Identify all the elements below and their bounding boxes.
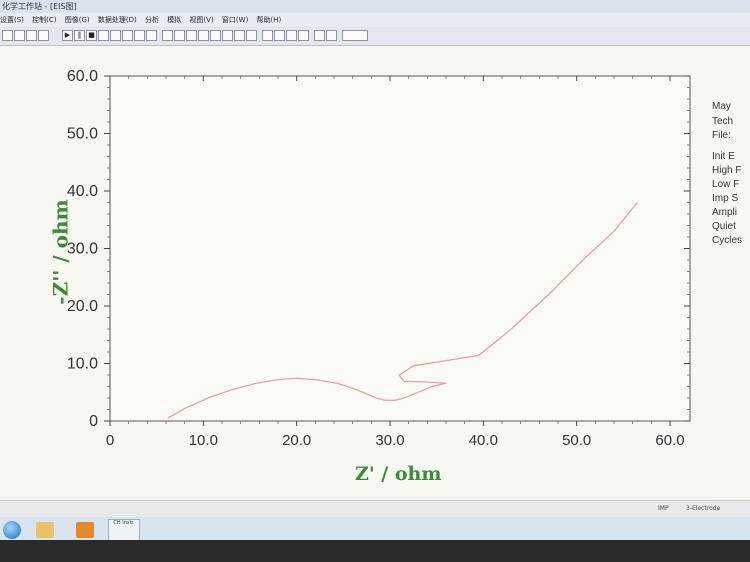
save-icon[interactable] [14,30,25,41]
print-icon[interactable] [26,30,37,41]
window-title: 化学工作站 - [EIS图] [2,2,77,11]
zoom-icon[interactable] [162,30,173,41]
color-icon[interactable] [222,30,233,41]
x-tick-label: 60.0 [655,432,684,449]
open-icon[interactable] [2,30,13,41]
overlay-icon[interactable] [122,30,133,41]
menu-help[interactable]: 帮助(H) [257,16,282,24]
folder-icon[interactable] [36,522,54,538]
toolbar: ▶ ‖ ■ [0,27,750,46]
info-init-e: Init E [712,151,735,162]
stop-icon[interactable]: ■ [86,30,97,41]
info-file: File: [712,130,731,141]
manual-icon[interactable] [174,30,185,41]
plot-area: 0 10.0 20.0 30.0 40.0 50.0 60.0 0 10.0 20.0 30.0 40… [0,46,750,496]
pause-icon[interactable]: ‖ [74,30,85,41]
graph-option-icon[interactable] [146,30,157,41]
menu-view[interactable]: 视图(V) [189,16,213,24]
data-list-icon[interactable] [246,30,257,41]
equiv-circuit-icon[interactable] [298,30,309,41]
x-tick-label: 30.0 [375,432,404,449]
menu-data-processing[interactable]: 数据处理(D) [98,16,137,24]
x-tick-label: 50.0 [562,432,591,449]
menu-graphics[interactable]: 图像(G) [65,16,90,24]
info-cycles: Cycles [712,235,743,246]
y-tick-label: 40.0 [67,183,98,200]
technique-icon[interactable] [38,30,49,41]
screen: 化学工作站 - [EIS图] 设置(S) 控制(C) 图像(G) 数据处理(D)… [0,0,750,562]
start-button[interactable] [3,521,21,539]
font-icon[interactable] [234,30,245,41]
mechanism-icon[interactable] [286,30,297,41]
help-icon[interactable] [326,30,337,41]
graph-icon[interactable] [110,30,121,41]
eis-chart: 010.020.030.040.050.060.00 10.0 20.0 30.0 40… [67,68,691,449]
run-icon[interactable]: ▶ [62,30,73,41]
y-tick-label: 0 [89,413,98,430]
smooth-icon[interactable] [198,30,209,41]
info-imp-s: Imp S [712,193,739,204]
taskbar-app-label: CH Instr. [113,520,135,526]
calculator-icon[interactable] [314,30,325,41]
peak-icon[interactable] [186,30,197,41]
x-tick-label: 40.0 [469,432,498,449]
menu-control[interactable]: 控制(C) [32,16,56,24]
status-mode: IMP [658,505,669,512]
x-tick-label: 0 [106,432,114,449]
y-tick-label: 50.0 [67,126,98,143]
info-panel: May Tech File: Init E High F Low F Imp S… [712,46,750,501]
y-tick-label: 60.0 [67,68,98,85]
menu-window[interactable]: 窗口(W) [222,16,248,24]
info-high-freq: High F [712,165,742,176]
info-technique: Tech [712,116,734,127]
info-low-freq: Low F [712,179,740,190]
y-axis-label: -Z'' / ohm [48,199,73,305]
derivative-icon[interactable] [210,30,221,41]
y-tick-label: 10.0 [67,356,98,373]
info-date: May [712,101,731,112]
x-tick-label: 10.0 [189,432,218,449]
title-bar: 化学工作站 - [EIS图] [0,0,750,13]
plot-frame [109,75,691,422]
menu-setup[interactable]: 设置(S) [0,16,24,24]
menu-bar: 设置(S) 控制(C) 图像(G) 数据处理(D) 分析 模拟 视图(V) 窗口… [0,13,750,27]
x-axis-label: Z' / ohm [355,463,442,485]
reverse-icon[interactable] [98,30,109,41]
media-player-icon[interactable] [76,522,94,538]
x-tick-label: 20.0 [282,432,311,449]
status-bar: IMP 3-Electrode [0,500,750,518]
add-icon[interactable] [134,30,145,41]
dropdown-select[interactable] [342,30,368,41]
info-amplitude: Ampli [712,207,738,218]
menu-simulation[interactable]: 模拟 [167,16,181,24]
simulate-icon[interactable] [262,30,273,41]
fit-icon[interactable] [274,30,285,41]
menu-analysis[interactable]: 分析 [145,16,159,24]
status-electrode: 3-Electrode [686,505,721,512]
info-quiet: Quiet [712,221,736,232]
monitor-bezel [0,540,750,562]
